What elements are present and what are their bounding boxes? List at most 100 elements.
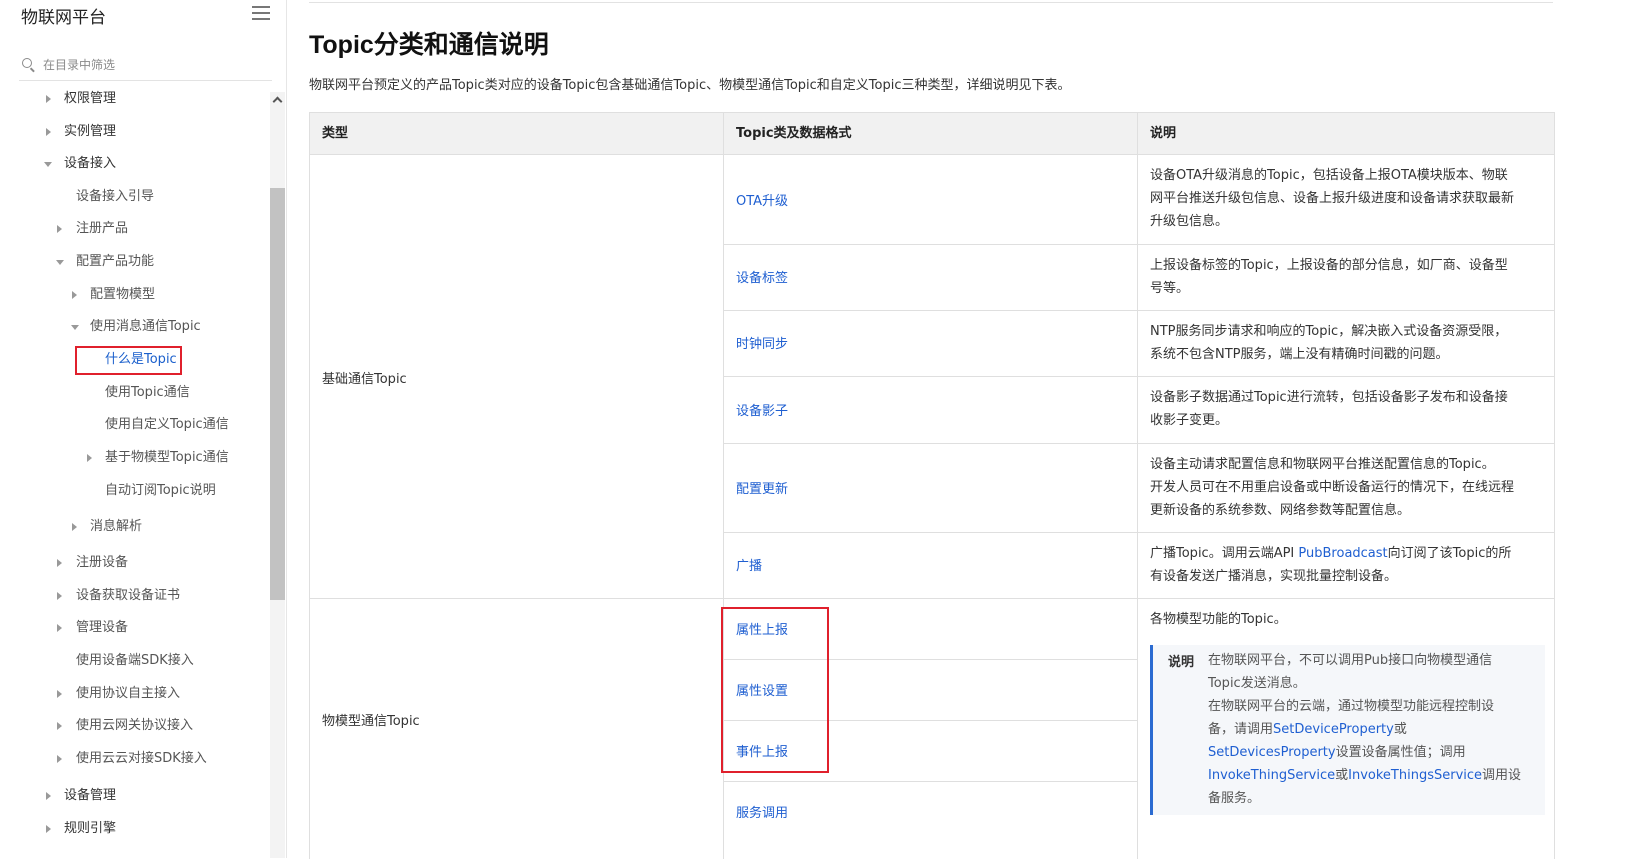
toc-item-config-product[interactable]: 配置产品功能 (56, 251, 154, 273)
topic-cell: 时钟同步 (724, 311, 1138, 377)
desc-cell: NTP服务同步请求和响应的Topic，解决嵌入式设备资源受限， 系统不包含NTP… (1138, 311, 1554, 377)
note-line: InvokeThingService或InvokeThingsService调用… (1208, 764, 1533, 787)
note-line: Topic发送消息。 (1208, 676, 1306, 691)
sidebar: 物联网平台 权限管理 实例管理 设备接入 设备接入引导 注册产品 配置产品功能 … (0, 0, 287, 858)
api-link-setdevicesproperty[interactable]: SetDevicesProperty (1208, 745, 1336, 760)
topic-link-broadcast[interactable]: 广播 (736, 555, 762, 574)
toc-item-label: 规则引擎 (64, 821, 117, 836)
toc-item-custom-topic[interactable]: 使用自定义Topic通信 (105, 414, 229, 436)
desc-cell: 上报设备标签的Topic，上报设备的部分信息，如厂商、设备型 号等。 (1138, 245, 1554, 311)
api-link-invokethingservice[interactable]: InvokeThingService (1208, 768, 1335, 783)
desc-line: 开发人员可在不用重启设备或中断设备运行的情况下，在线远程 (1150, 480, 1515, 495)
toc-item-protocol-access[interactable]: 使用协议自主接入 (57, 683, 180, 705)
toc-item-register-device[interactable]: 注册设备 (57, 552, 128, 574)
toc-item-label: 设备获取设备证书 (76, 588, 181, 603)
api-link-invokethingsservice[interactable]: InvokeThingsService (1348, 768, 1482, 783)
desc-cell: 设备影子数据通过Topic进行流转，包括设备影子发布和设备接 收影子变更。 (1138, 377, 1554, 444)
toc-item-message-topic[interactable]: 使用消息通信Topic (71, 316, 201, 338)
note-part: 调用设 (1482, 768, 1522, 783)
toc-item-label: 使用云云对接SDK接入 (76, 751, 207, 766)
toc-item-label: 注册设备 (76, 555, 129, 570)
toc-item-thing-model[interactable]: 配置物模型 (72, 284, 155, 306)
toc-item-label: 设备接入 (64, 156, 117, 171)
desc-line: 网平台推送升级包信息、设备上报升级进度和设备请求获取最新 (1150, 191, 1515, 206)
api-link-pubbroadcast[interactable]: PubBroadcast (1298, 546, 1387, 561)
toc-item-label: 使用设备端SDK接入 (76, 653, 194, 668)
desc-text: 上报设备标签的Topic，上报设备的部分信息，如厂商、设备型 号等。 (1150, 254, 1542, 300)
toc-item-label: 使用Topic通信 (105, 385, 190, 400)
toc-item-model-topic[interactable]: 基于物模型Topic通信 (87, 447, 229, 469)
toc-item-sdk-access[interactable]: 使用设备端SDK接入 (76, 650, 194, 672)
toc-item-label: 实例管理 (64, 124, 117, 139)
toc-item-register-product[interactable]: 注册产品 (57, 218, 128, 240)
toc-item-label: 设备管理 (64, 788, 117, 803)
toc-item-label: 配置物模型 (90, 287, 156, 302)
header-type: 类型 (310, 113, 724, 155)
topic-cell: OTA升级 (724, 155, 1138, 245)
type-label: 基础通信Topic (322, 372, 407, 387)
toc-item-permission[interactable]: 权限管理 (46, 88, 116, 110)
toc-item-label: 基于物模型Topic通信 (105, 450, 229, 465)
type-label: 物模型通信Topic (322, 714, 420, 729)
note-line: 在物联网平台，不可以调用Pub接口向物模型通信 (1208, 653, 1493, 668)
toc-item-auto-subscribe[interactable]: 自动订阅Topic说明 (105, 480, 216, 502)
note-line: 备服务。 (1208, 791, 1261, 806)
header-topic: Topic类及数据格式 (724, 113, 1138, 155)
note-body: 在物联网平台，不可以调用Pub接口向物模型通信 Topic发送消息。 在物联网平… (1208, 649, 1533, 810)
note-part: 或 (1335, 768, 1349, 783)
topic-link-shadow[interactable]: 设备影子 (736, 400, 788, 419)
desc-line: 设备影子数据通过Topic进行流转，包括设备影子发布和设备接 (1150, 390, 1508, 405)
menu-icon[interactable] (252, 6, 270, 21)
api-link-setdeviceproperty[interactable]: SetDeviceProperty (1273, 722, 1394, 737)
filter-box (19, 50, 272, 81)
toc-item-rule-engine[interactable]: 规则引擎 (46, 818, 116, 840)
toc-item-manage-device[interactable]: 管理设备 (57, 617, 128, 639)
scrollbar-thumb[interactable] (270, 188, 285, 600)
desc-line: NTP服务同步请求和响应的Topic，解决嵌入式设备资源受限， (1150, 324, 1508, 339)
topic-link-ota[interactable]: OTA升级 (736, 190, 788, 209)
desc-line: 广播Topic。调用云端API PubBroadcast向订阅了该Topic的所 (1150, 542, 1542, 565)
toc-item-instance[interactable]: 实例管理 (46, 121, 116, 143)
toc-item-device-cert[interactable]: 设备获取设备证书 (57, 585, 180, 607)
toc-item-topic-comm[interactable]: 使用Topic通信 (105, 382, 190, 404)
desc-line: 设备OTA升级消息的Topic，包括设备上报OTA模块版本、物联 (1150, 168, 1508, 183)
toc-item-access-guide[interactable]: 设备接入引导 (76, 186, 154, 208)
desc-text: 各物模型功能的Topic。 (1150, 612, 1287, 627)
topic-link-config[interactable]: 配置更新 (736, 478, 788, 497)
topic-link-ntp[interactable]: 时钟同步 (736, 333, 788, 352)
toc-item-device-access[interactable]: 设备接入 (44, 153, 116, 175)
toc-item-label: 配置产品功能 (76, 254, 155, 269)
note-box: 说明 在物联网平台，不可以调用Pub接口向物模型通信 Topic发送消息。 在物… (1150, 645, 1545, 815)
highlight-box-toc (75, 346, 182, 375)
desc-line: 设备主动请求配置信息和物联网平台推送配置信息的Topic。 (1150, 457, 1495, 472)
top-divider (309, 2, 1553, 3)
type-cell-thing-model: 物模型通信Topic (310, 599, 724, 859)
intro-text: 物联网平台预定义的产品Topic类对应的设备Topic包含基础通信Topic、物… (309, 78, 1071, 93)
toc-item-message-parse[interactable]: 消息解析 (72, 516, 142, 538)
desc-text: 设备主动请求配置信息和物联网平台推送配置信息的Topic。 开发人员可在不用重启… (1150, 453, 1542, 522)
topic-link-tags[interactable]: 设备标签 (736, 267, 788, 286)
toc-item-label: 使用云网关协议接入 (76, 718, 194, 733)
toc-item-label: 消息解析 (90, 519, 143, 534)
page-title: Topic分类和通信说明 (309, 31, 549, 59)
topic-cell: 服务调用 (724, 782, 1138, 859)
highlight-box-table (721, 607, 829, 773)
desc-cell: 设备OTA升级消息的Topic，包括设备上报OTA模块版本、物联 网平台推送升级… (1138, 155, 1554, 245)
topic-cell: 设备影子 (724, 377, 1138, 444)
filter-input[interactable] (41, 54, 265, 76)
desc-text: NTP服务同步请求和响应的Topic，解决嵌入式设备资源受限， 系统不包含NTP… (1150, 320, 1542, 366)
topic-link-service-call[interactable]: 服务调用 (736, 802, 788, 821)
note-part: 备，请调用 (1208, 722, 1274, 737)
topic-cell: 设备标签 (724, 245, 1138, 311)
toc-item-cloud-sdk[interactable]: 使用云云对接SDK接入 (57, 748, 207, 770)
desc-line: 上报设备标签的Topic，上报设备的部分信息，如厂商、设备型 (1150, 258, 1508, 273)
desc-line: 系统不包含NTP服务，端上没有精确时间戳的问题。 (1150, 347, 1449, 362)
toc-item-cloud-gateway[interactable]: 使用云网关协议接入 (57, 715, 193, 737)
toc-item-label: 设备接入引导 (76, 189, 155, 204)
note-part: 设置设备属性值；调用 (1335, 745, 1466, 760)
toc-item-device-manage[interactable]: 设备管理 (46, 785, 116, 807)
sidebar-title[interactable]: 物联网平台 (21, 3, 106, 28)
scroll-up-icon[interactable] (270, 92, 285, 109)
toc-item-label: 权限管理 (64, 91, 117, 106)
note-part: 或 (1393, 722, 1407, 737)
